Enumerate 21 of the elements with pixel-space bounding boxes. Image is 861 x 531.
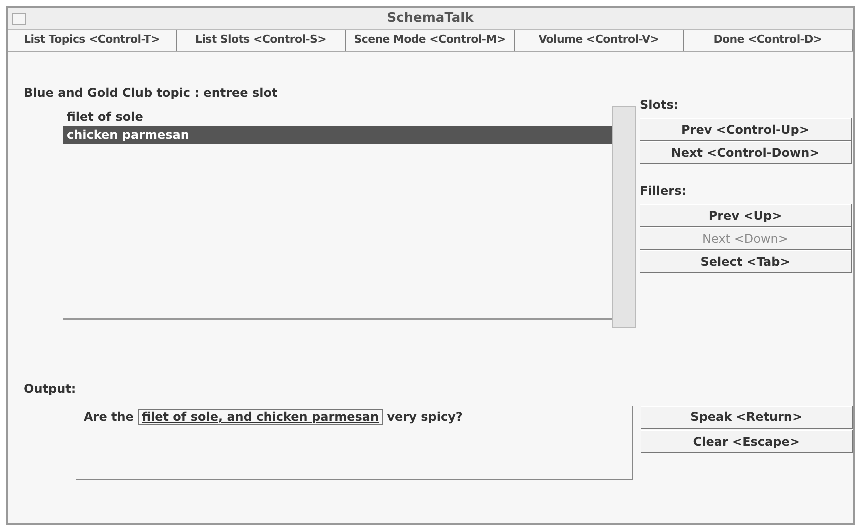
scrollbar[interactable]	[612, 106, 636, 328]
fillers-label: Fillers:	[640, 183, 688, 200]
list-item[interactable]: filet of sole	[63, 108, 612, 126]
action-button[interactable]: Prev <Up>	[640, 204, 852, 227]
menu-button[interactable]: Done <Control-D>	[684, 30, 853, 51]
action-button[interactable]: Speak <Return>	[641, 406, 853, 428]
window-menu-icon[interactable]	[12, 12, 26, 24]
menu-button[interactable]: Scene Mode <Control-M>	[346, 30, 515, 51]
action-button[interactable]: Select <Tab>	[640, 250, 852, 273]
topic-heading: Blue and Gold Club topic : entree slot	[24, 85, 279, 102]
menu-button[interactable]: Volume <Control-V>	[515, 30, 684, 51]
slots-label: Slots:	[640, 97, 680, 114]
output-label: Output:	[24, 381, 78, 398]
list-item[interactable]: chicken parmesan	[63, 126, 612, 144]
window-title: SchemaTalk	[386, 10, 475, 28]
action-button[interactable]: Next <Control-Down>	[640, 141, 852, 164]
menu-button[interactable]: List Slots <Control-S>	[177, 30, 346, 51]
menu-button[interactable]: List Topics <Control-T>	[8, 30, 177, 51]
action-button[interactable]: Prev <Control-Up>	[640, 118, 852, 141]
output-sentence: Are the filet of sole, and chicken parmesan very spicy?	[84, 408, 464, 426]
action-button[interactable]: Clear <Escape>	[641, 430, 853, 453]
